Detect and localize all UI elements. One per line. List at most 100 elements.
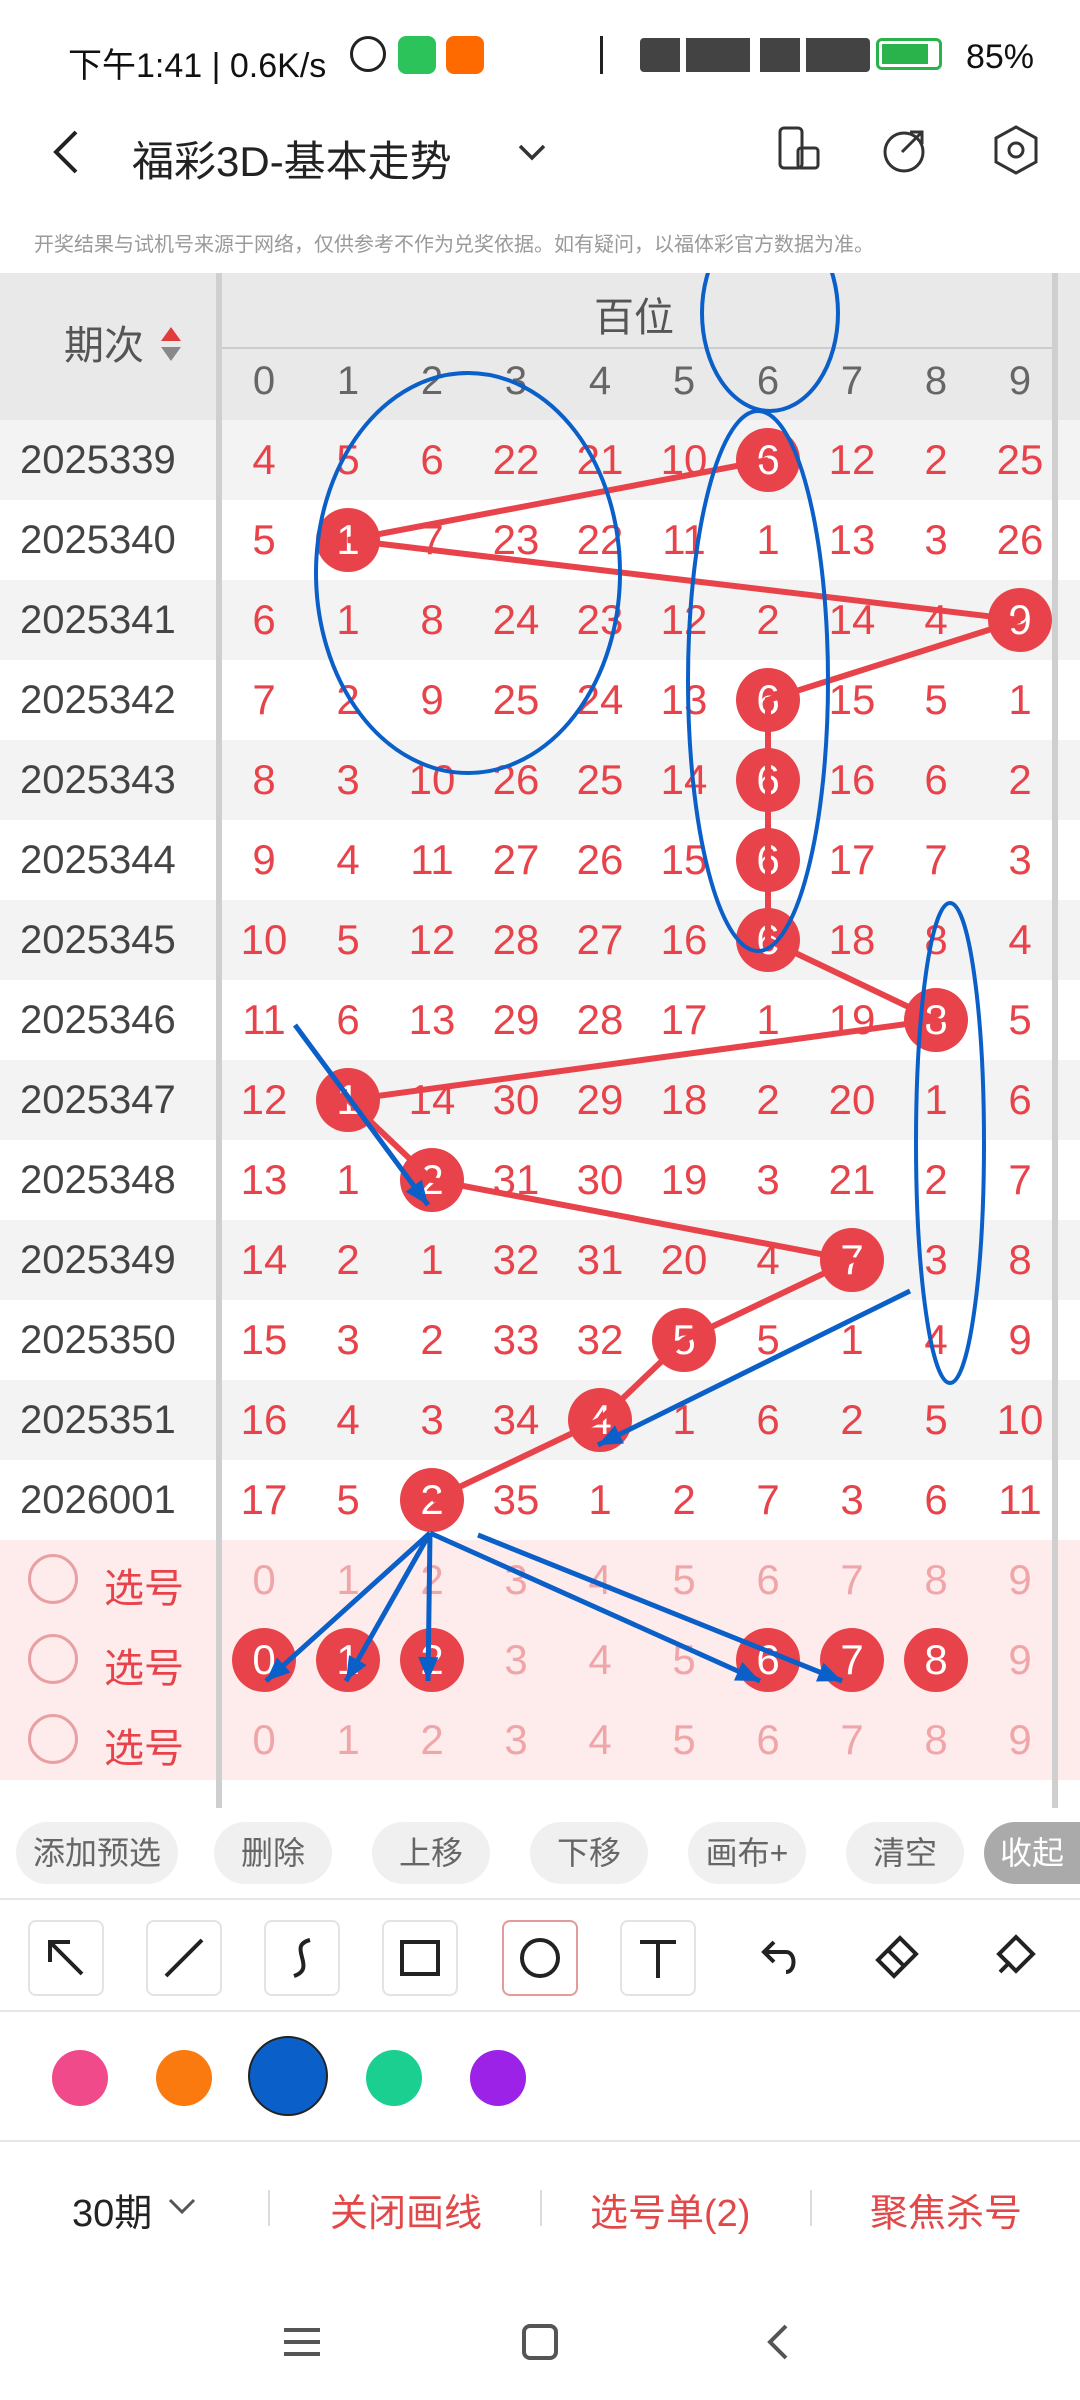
hit-number: 6: [756, 436, 780, 483]
delete-button[interactable]: 删除: [214, 1822, 332, 1884]
miss-count: 11: [410, 836, 454, 883]
add-preselect-button[interactable]: 添加预选: [16, 1822, 178, 1884]
color-orange[interactable]: [156, 2050, 212, 2106]
pick-radio[interactable]: [28, 1714, 78, 1764]
share-icon[interactable]: [876, 122, 932, 178]
back-nav-icon[interactable]: [756, 2320, 800, 2364]
miss-count: 12: [660, 596, 708, 643]
miss-count: 5: [924, 676, 948, 723]
text-tool-icon[interactable]: [620, 1920, 696, 1996]
miss-count: 3: [336, 1316, 360, 1363]
miss-count: 1: [336, 596, 360, 643]
pick-number[interactable]: 5: [642, 1620, 726, 1700]
issue-column-header[interactable]: 期次: [64, 313, 144, 371]
chevron-down-icon[interactable]: [512, 132, 552, 172]
miss-count: 2: [924, 436, 948, 483]
issue-number: 2025340: [20, 518, 176, 562]
pick-number[interactable]: 3: [474, 1540, 558, 1620]
miss-count: 13: [660, 676, 708, 723]
pick-row: 选号 0 1 2 3 4 5 6 7 8 9: [0, 1540, 1080, 1620]
pick-number[interactable]: 5: [642, 1700, 726, 1780]
alarm-icon: [350, 36, 386, 72]
pick-number[interactable]: 9: [978, 1540, 1062, 1620]
pick-number[interactable]: 6: [726, 1700, 810, 1780]
hit-number: 4: [588, 1396, 612, 1443]
curve-tool-icon[interactable]: [264, 1920, 340, 1996]
miss-count: 7: [924, 836, 948, 883]
canvas-plus-button[interactable]: 画布+: [688, 1822, 806, 1884]
color-green[interactable]: [366, 2050, 422, 2106]
pick-number[interactable]: 6: [726, 1540, 810, 1620]
color-blue[interactable]: [248, 2036, 328, 2116]
trend-chart: 期次 百位 0123456789 2025339 4 5 6 22 21 10 6 12 2 25 2…: [0, 273, 1080, 1808]
pick-number[interactable]: 0: [222, 1700, 306, 1780]
back-icon[interactable]: [40, 122, 96, 182]
miss-count: 17: [240, 1476, 288, 1523]
miss-count: 24: [492, 596, 540, 643]
issue-number: 2026001: [20, 1478, 176, 1522]
pick-number[interactable]: 0: [222, 1540, 306, 1620]
pick-number[interactable]: 9: [978, 1620, 1062, 1700]
pick-number[interactable]: 8: [894, 1700, 978, 1780]
miss-count: 5: [924, 1396, 948, 1443]
miss-count: 10: [660, 436, 708, 483]
pick-number[interactable]: 8: [894, 1620, 978, 1700]
pick-number[interactable]: 5: [642, 1540, 726, 1620]
arrow-tool-icon[interactable]: [28, 1920, 104, 1996]
table-row: 2025350 15 3 2 33 32 5 5 1 4 9: [0, 1300, 1080, 1380]
color-purple[interactable]: [470, 2050, 526, 2106]
miss-count: 4: [336, 836, 360, 883]
pick-number[interactable]: 1: [306, 1620, 390, 1700]
settings-icon[interactable]: [988, 122, 1044, 178]
miss-count: 2: [1008, 756, 1032, 803]
pick-number[interactable]: 3: [474, 1700, 558, 1780]
miss-count: 3: [840, 1476, 864, 1523]
color-pink[interactable]: [52, 2050, 108, 2106]
pick-number[interactable]: 2: [390, 1540, 474, 1620]
sort-icon[interactable]: [160, 325, 182, 365]
pick-number[interactable]: 4: [558, 1700, 642, 1780]
miss-count: 6: [336, 996, 360, 1043]
pick-number[interactable]: 7: [810, 1540, 894, 1620]
pick-number[interactable]: 4: [558, 1540, 642, 1620]
line-tool-icon[interactable]: [146, 1920, 222, 1996]
screen-icon[interactable]: [770, 122, 826, 178]
move-up-button[interactable]: 上移: [372, 1822, 490, 1884]
menu-icon[interactable]: [280, 2320, 324, 2364]
miss-count: 14: [408, 1076, 456, 1123]
pick-number[interactable]: 8: [894, 1540, 978, 1620]
pick-number[interactable]: 2: [390, 1620, 474, 1700]
close-lines-button[interactable]: 关闭画线: [330, 2182, 482, 2237]
pick-number[interactable]: 9: [978, 1700, 1062, 1780]
pick-number[interactable]: 7: [810, 1700, 894, 1780]
miss-count: 3: [924, 1236, 948, 1283]
rectangle-tool-icon[interactable]: [382, 1920, 458, 1996]
home-icon[interactable]: [518, 2320, 562, 2364]
clear-button[interactable]: 清空: [846, 1822, 964, 1884]
move-down-button[interactable]: 下移: [530, 1822, 648, 1884]
table-row: 2025344 9 4 11 27 26 15 6 17 7 3: [0, 820, 1080, 900]
chevron-down-icon[interactable]: [166, 2194, 198, 2218]
collapse-button[interactable]: 收起: [984, 1822, 1080, 1884]
miss-count: 1: [336, 1156, 360, 1203]
pick-list-button[interactable]: 选号单(2): [590, 2182, 750, 2237]
pick-number[interactable]: 1: [306, 1540, 390, 1620]
miss-count: 4: [252, 436, 276, 483]
clear-brush-icon[interactable]: [976, 1920, 1052, 1996]
pick-radio[interactable]: [28, 1554, 78, 1604]
undo-icon[interactable]: [740, 1920, 816, 1996]
pick-number[interactable]: 2: [390, 1700, 474, 1780]
period-selector[interactable]: 30期: [72, 2182, 152, 2237]
eraser-icon[interactable]: [858, 1920, 934, 1996]
pick-number[interactable]: 7: [810, 1620, 894, 1700]
pick-number[interactable]: 3: [474, 1620, 558, 1700]
circle-tool-icon[interactable]: [502, 1920, 578, 1996]
pick-number[interactable]: 4: [558, 1620, 642, 1700]
battery-percent: 85%: [965, 38, 1034, 76]
pick-radio[interactable]: [28, 1634, 78, 1684]
hit-number: 8: [924, 996, 948, 1043]
pick-number[interactable]: 0: [222, 1620, 306, 1700]
pick-number[interactable]: 1: [306, 1700, 390, 1780]
focus-kill-button[interactable]: 聚焦杀号: [870, 2182, 1022, 2237]
pick-number[interactable]: 6: [726, 1620, 810, 1700]
